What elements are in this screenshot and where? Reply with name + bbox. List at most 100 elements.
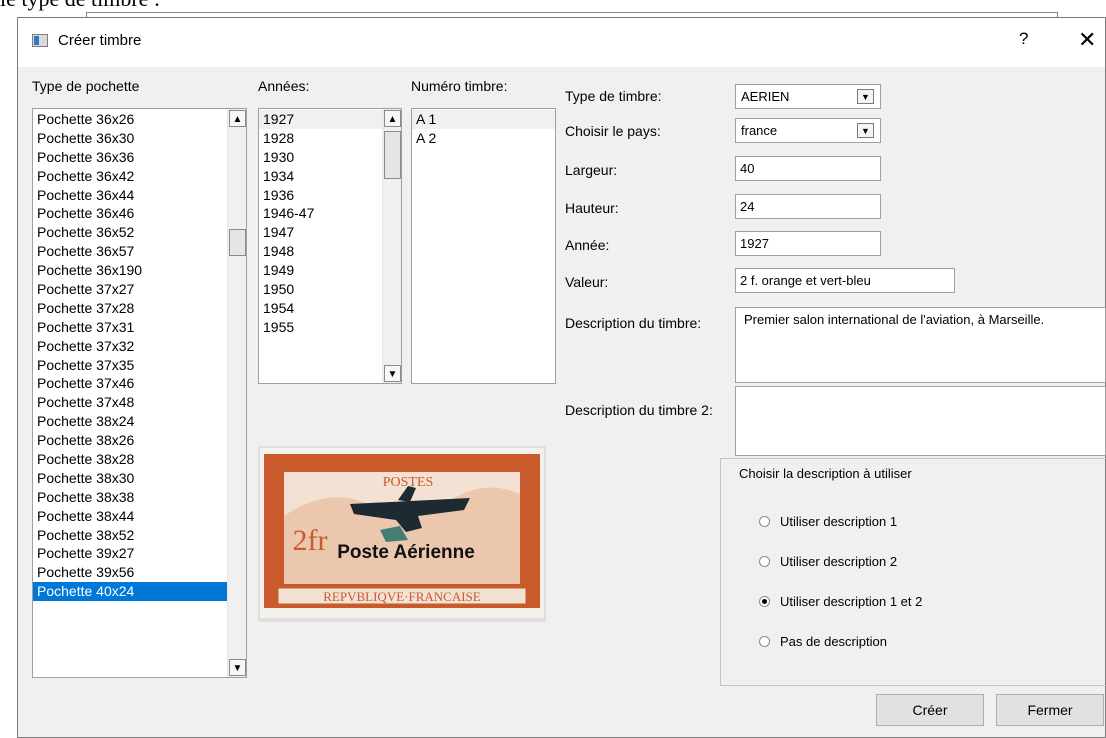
desc1-textarea[interactable]: Premier salon international de l'aviatio…	[735, 307, 1106, 383]
desc1-label: Description du timbre:	[565, 315, 702, 331]
dialog-title: Créer timbre	[58, 32, 142, 49]
list-item[interactable]: 1930	[259, 148, 401, 167]
stamp-image: POSTES 2fr Poste Aérienne REPVBLIQVE·FRA…	[260, 448, 544, 618]
annee-label: Année:	[565, 237, 610, 253]
list-item[interactable]: 1950	[259, 280, 401, 299]
list-item[interactable]: Pochette 39x56	[33, 563, 246, 582]
list-item[interactable]: Pochette 37x46	[33, 374, 246, 393]
fermer-button[interactable]: Fermer	[996, 694, 1104, 726]
list-item[interactable]: A 1	[412, 110, 555, 129]
type-timbre-select[interactable]: AERIEN ▼	[735, 84, 881, 109]
type-timbre-label: Type de timbre:	[565, 88, 662, 104]
group-title: Choisir la description à utiliser	[736, 466, 915, 481]
scroll-down-icon[interactable]: ▼	[384, 365, 401, 382]
list-item[interactable]: 1934	[259, 167, 401, 186]
list-item[interactable]: 1928	[259, 129, 401, 148]
list-item[interactable]: Pochette 36x190	[33, 261, 246, 280]
type-pochette-label: Type de pochette	[32, 78, 140, 94]
list-item[interactable]: Pochette 36x44	[33, 186, 246, 205]
radio-off-icon	[759, 556, 770, 567]
radio-on-icon	[759, 596, 770, 607]
list-item[interactable]: Pochette 38x44	[33, 507, 246, 526]
pays-select[interactable]: france ▼	[735, 118, 881, 143]
list-item[interactable]: Pochette 37x28	[33, 299, 246, 318]
list-item[interactable]: Pochette 37x32	[33, 337, 246, 356]
document-caption: le type de timbre :	[0, 0, 160, 12]
radio-label: Utiliser description 2	[780, 554, 898, 569]
pochette-scrollbar[interactable]: ▲ ▼	[227, 109, 246, 677]
list-item[interactable]: A 2	[412, 129, 555, 148]
type-timbre-value: AERIEN	[741, 89, 790, 104]
list-item[interactable]: Pochette 36x46	[33, 204, 246, 223]
close-icon[interactable]: ✕	[1078, 27, 1096, 53]
radio-label: Utiliser description 1 et 2	[780, 594, 923, 609]
stamp-value-text: 2fr	[293, 524, 328, 557]
largeur-input[interactable]: 40	[735, 156, 881, 181]
numero-timbre-label: Numéro timbre:	[411, 78, 508, 94]
help-button[interactable]: ?	[1019, 29, 1028, 49]
radio-label: Pas de description	[780, 634, 887, 649]
list-item[interactable]: Pochette 36x52	[33, 223, 246, 242]
list-item[interactable]: Pochette 37x31	[33, 318, 246, 337]
valeur-label: Valeur:	[565, 274, 609, 290]
list-item[interactable]: Pochette 38x30	[33, 469, 246, 488]
desc2-textarea[interactable]	[735, 386, 1106, 456]
stamp-overprint-text: Poste Aérienne	[337, 542, 475, 563]
scroll-thumb[interactable]	[229, 229, 246, 256]
list-item[interactable]: 1946-47	[259, 204, 401, 223]
list-item[interactable]: Pochette 36x42	[33, 167, 246, 186]
radio-utiliser-description-1[interactable]: Utiliser description 1	[759, 514, 897, 529]
list-item[interactable]: Pochette 37x35	[33, 356, 246, 375]
stamp-image-frame: POSTES 2fr Poste Aérienne REPVBLIQVE·FRA…	[258, 446, 546, 622]
list-item[interactable]: Pochette 36x36	[33, 148, 246, 167]
radio-off-icon	[759, 636, 770, 647]
radio-utiliser-description-2[interactable]: Utiliser description 2	[759, 554, 897, 569]
list-item[interactable]: 1954	[259, 299, 401, 318]
largeur-label: Largeur:	[565, 162, 618, 178]
scroll-up-icon[interactable]: ▲	[229, 110, 246, 127]
radio-off-icon	[759, 516, 770, 527]
list-item[interactable]: 1947	[259, 223, 401, 242]
stamp-bottom-text: REPVBLIQVE·FRANCAISE	[323, 589, 481, 604]
title-bar: Créer timbre ? ✕	[18, 18, 1105, 67]
pochette-listbox[interactable]: Pochette 36x26 Pochette 36x30 Pochette 36x…	[32, 108, 247, 678]
list-item[interactable]: 1936	[259, 186, 401, 205]
list-item[interactable]: Pochette 39x27	[33, 544, 246, 563]
chevron-down-icon[interactable]: ▼	[857, 89, 874, 104]
list-item[interactable]: Pochette 38x38	[33, 488, 246, 507]
pays-value: france	[741, 123, 778, 138]
hauteur-input[interactable]: 24	[735, 194, 881, 219]
list-item[interactable]: Pochette 38x24	[33, 412, 246, 431]
list-item[interactable]: 1949	[259, 261, 401, 280]
list-item[interactable]: 1927	[259, 110, 401, 129]
annees-label: Années:	[258, 78, 310, 94]
numero-listbox[interactable]: A 1A 2	[411, 108, 556, 384]
radio-utiliser-description-1-et-2[interactable]: Utiliser description 1 et 2	[759, 594, 922, 609]
scroll-up-icon[interactable]: ▲	[384, 110, 401, 127]
annees-listbox[interactable]: 1927 1928 1930 1934 1936 1946-47 1947 1948 1949 1…	[258, 108, 402, 384]
list-item[interactable]: Pochette 40x24	[33, 582, 246, 602]
list-item[interactable]: Pochette 38x52	[33, 526, 246, 545]
list-item[interactable]: Pochette 37x48	[33, 393, 246, 412]
description-choice-group	[720, 458, 1106, 686]
scroll-down-icon[interactable]: ▼	[229, 659, 246, 676]
chevron-down-icon[interactable]: ▼	[857, 123, 874, 138]
list-item[interactable]: Pochette 36x57	[33, 242, 246, 261]
radio-pas-de-description[interactable]: Pas de description	[759, 634, 887, 649]
annee-input[interactable]: 1927	[735, 231, 881, 256]
radio-label: Utiliser description 1	[780, 514, 898, 529]
list-item[interactable]: Pochette 37x27	[33, 280, 246, 299]
app-window-icon	[32, 34, 48, 47]
creer-button[interactable]: Créer	[876, 694, 984, 726]
list-item[interactable]: 1948	[259, 242, 401, 261]
valeur-input[interactable]: 2 f. orange et vert-bleu	[735, 268, 955, 293]
list-item[interactable]: Pochette 38x28	[33, 450, 246, 469]
list-item[interactable]: Pochette 36x26	[33, 110, 246, 129]
pays-label: Choisir le pays:	[565, 123, 661, 139]
scroll-thumb[interactable]	[384, 131, 401, 179]
list-item[interactable]: 1955	[259, 318, 401, 337]
annees-scrollbar[interactable]: ▲ ▼	[382, 109, 401, 383]
list-item[interactable]: Pochette 36x30	[33, 129, 246, 148]
hauteur-label: Hauteur:	[565, 200, 619, 216]
list-item[interactable]: Pochette 38x26	[33, 431, 246, 450]
